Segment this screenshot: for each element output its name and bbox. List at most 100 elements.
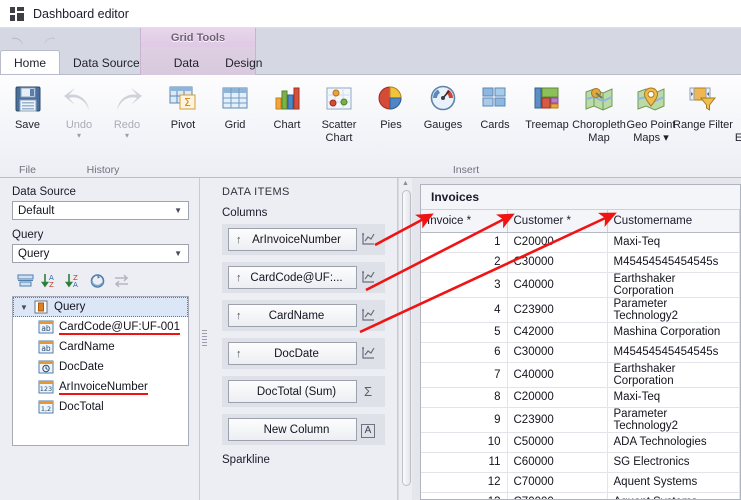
cell-invoice: 11 [421,452,508,473]
cell-customer: C30000 [507,252,608,273]
tab-data-source[interactable]: Data Source [60,52,153,74]
cell-customer: C40000 [507,362,608,388]
range-filter-button[interactable]: Range Filter [673,79,733,132]
dimension-icon[interactable] [357,231,379,249]
redo-caret-icon[interactable]: ▾ [125,131,129,139]
table-row[interactable]: 3 C40000 Earthshaker Corporation [421,272,740,298]
pivot-button[interactable]: Σ Pivot [157,79,209,132]
filter-element-button[interactable]: Filter Element [729,79,741,144]
tab-home[interactable]: Home [0,50,61,74]
decimal-field-icon: 1,2 [38,400,54,414]
dimension-icon[interactable] [357,345,379,363]
column-header-invoice[interactable]: Invoice * [421,210,508,233]
expander-icon[interactable]: ▼ [20,303,33,312]
data-item-slot[interactable]: ↑ DocDate [222,338,385,369]
cell-customer: C42000 [507,322,608,343]
sigma-icon[interactable]: Σ [357,384,379,399]
cell-customername: M45454545454545s [607,342,740,363]
cell-customername: Earthshaker Corporation [607,362,740,388]
new-column-button[interactable]: New Column [228,418,357,441]
sort-az-icon[interactable]: AZ [40,272,59,290]
pies-button[interactable]: Pies [365,79,417,132]
table-row[interactable]: 8 C20000 Maxi-Teq [421,387,740,408]
query-select[interactable]: Query ▼ [12,244,189,263]
table-row[interactable]: 1 C20000 Maxi-Teq [421,232,740,253]
save-button[interactable]: Save [0,79,55,132]
quick-access-toolbar [10,33,59,49]
table-row[interactable]: 10 C50000 ADA Technologies [421,432,740,453]
table-row[interactable]: 12 C70000 Aquent Systems [421,472,740,493]
table-row[interactable]: 5 C42000 Mashina Corporation [421,322,740,343]
choropleth-map-button[interactable]: Choropleth Map [572,79,626,144]
cell-invoice: 2 [421,252,508,273]
data-item-slot[interactable]: ↑ ArInvoiceNumber [222,224,385,255]
chart-icon [272,82,302,116]
data-item-cardname[interactable]: ↑ CardName [228,304,357,327]
table-row[interactable]: 6 C30000 M45454545454545s [421,342,740,363]
grid-button[interactable]: Grid [209,79,261,132]
svg-text:ab: ab [41,344,51,353]
field-tree[interactable]: ▼ Query ab CardCode@UF:UF-001 ab CardNam… [12,296,189,446]
cell-invoice: 5 [421,322,508,343]
dimension-icon[interactable] [357,307,379,325]
scatter-chart-button[interactable]: Scatter Chart [313,79,365,144]
data-item-cardcode[interactable]: ↑ CardCode@UF:... [228,266,357,289]
scroll-up-arrow-icon[interactable]: ▲ [402,180,409,187]
field-item-cardname[interactable]: ab CardName [13,337,188,357]
transfer-icon[interactable] [112,272,131,290]
window-title: Dashboard editor [33,6,129,21]
chart-button[interactable]: Chart [261,79,313,132]
data-item-slot[interactable]: ↑ CardName [222,300,385,331]
cards-button-label: Cards [480,119,510,131]
data-item-new-column-slot[interactable]: New Column A [222,414,385,445]
undo-icon[interactable] [10,33,30,49]
data-item-slot[interactable]: ↑ CardCode@UF:... [222,262,385,293]
text-box-icon[interactable]: A [357,421,379,438]
pivot-button-label: Pivot [170,119,196,131]
table-row[interactable]: 13C70000Aquent Systems [421,492,740,499]
field-item-docdate[interactable]: DocDate [13,357,188,377]
tab-design[interactable]: Design [212,52,275,74]
left-splitter[interactable] [200,178,210,500]
cards-button[interactable]: Cards [469,79,521,132]
table-row[interactable]: 4 C23900 Parameter Technology2 [421,297,740,323]
group-fields-icon[interactable] [16,272,35,290]
geo-point-maps-button[interactable]: Geo Point Maps ▾ [625,79,677,144]
cell-invoice: 3 [421,272,508,298]
svg-text:A: A [73,281,78,289]
field-item-cardname-label: CardName [59,341,115,353]
dimension-icon[interactable] [357,269,379,287]
table-row[interactable]: 7 C40000 Earthshaker Corporation [421,362,740,388]
data-item-doctotal-sum[interactable]: DocTotal (Sum) [228,380,357,403]
svg-text:1,2: 1,2 [41,405,51,413]
table-row[interactable]: 2 C30000 M45454545454545s [421,252,740,273]
scatter-chart-button-label: Scatter Chart [321,119,357,144]
field-tree-root[interactable]: ▼ Query [13,297,188,317]
cell-customer: C50000 [507,432,608,453]
scrollbar-thumb[interactable] [402,190,411,486]
data-source-select[interactable]: Default ▼ [12,201,189,220]
field-item-arinvoicenumber[interactable]: 123 ArInvoiceNumber [13,377,188,397]
invoices-grid[interactable]: Invoices Invoice * Customer * Customerna… [420,184,741,500]
data-items-scrollbar[interactable]: ▲ [398,178,412,500]
column-header-customername[interactable]: Customername [607,210,740,233]
field-item-arinvoicenumber-label: ArInvoiceNumber [59,381,148,395]
treemap-button[interactable]: Treemap [521,79,573,132]
undo-caret-icon[interactable]: ▾ [77,131,81,139]
refresh-icon[interactable] [88,272,107,290]
field-item-doctotal[interactable]: 1,2 DocTotal [13,397,188,417]
data-item-slot[interactable]: DocTotal (Sum) Σ [222,376,385,407]
field-item-cardcode[interactable]: ab CardCode@UF:UF-001 [13,317,188,337]
gauges-button[interactable]: Gauges [417,79,469,132]
data-item-arinvoicenumber[interactable]: ↑ ArInvoiceNumber [228,228,357,251]
column-header-customer[interactable]: Customer * [507,210,608,233]
undo-button[interactable]: Undo ▾ [55,79,103,139]
table-row[interactable]: 9 C23900 Parameter Technology2 [421,407,740,433]
redo-icon[interactable] [39,33,59,49]
table-row[interactable]: 11 C60000 SG Electronics [421,452,740,473]
red-underline-arinvoicenumber [59,393,148,395]
sort-za-icon[interactable]: ZA [64,272,83,290]
tab-data[interactable]: Data [161,52,212,74]
redo-button[interactable]: Redo ▾ [103,79,151,139]
data-item-docdate[interactable]: ↑ DocDate [228,342,357,365]
